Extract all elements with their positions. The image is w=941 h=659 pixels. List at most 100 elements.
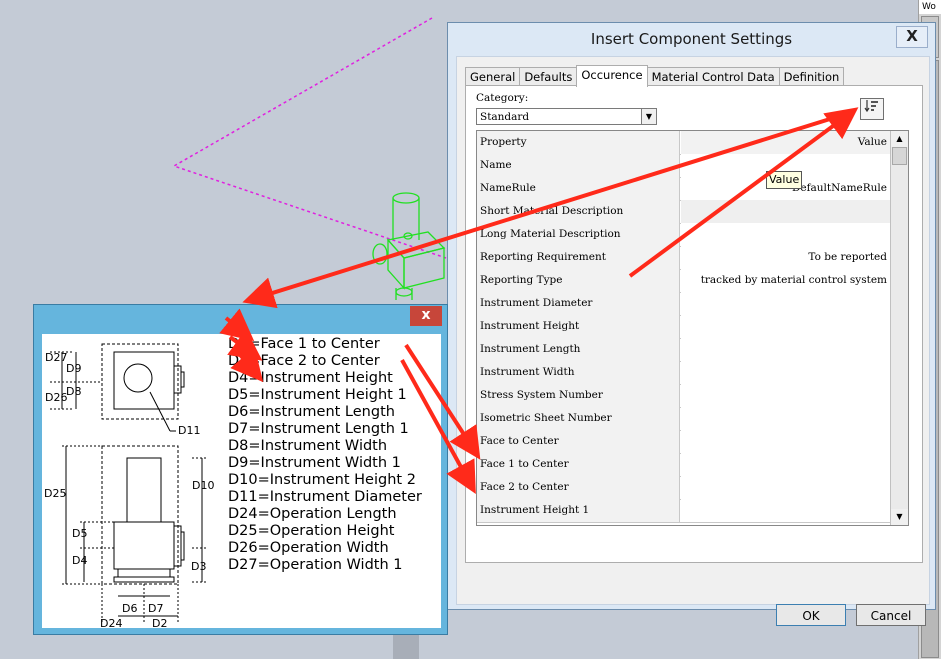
property-value[interactable] [681, 200, 890, 223]
scroll-up-icon[interactable]: ▲ [891, 131, 908, 147]
legend-item-d2: D2=Face 1 to Center [228, 336, 380, 352]
property-value[interactable] [681, 338, 890, 361]
dim-d9: D9 [66, 362, 81, 375]
property-value[interactable] [681, 407, 890, 430]
scroll-down-icon[interactable]: ▼ [891, 509, 908, 525]
workspace-canvas[interactable]: Wo Insert Component Settings X General D… [0, 0, 941, 659]
table-row[interactable]: Instrument Diameter [477, 292, 890, 316]
legend-item-d3: D3=Face 2 to Center [228, 353, 380, 369]
dialog-close-button[interactable]: X [896, 26, 928, 48]
insert-component-settings-dialog: Insert Component Settings X General Defa… [447, 22, 936, 626]
property-name: Short Material Description [477, 200, 680, 223]
ok-button[interactable]: OK [776, 604, 846, 626]
table-row[interactable]: Face 1 to Center [477, 453, 890, 477]
popup-close-button[interactable]: x [410, 306, 442, 326]
table-row[interactable]: NameRule DefaultNameRule [477, 177, 890, 201]
property-name: Reporting Requirement [477, 246, 680, 269]
grid-scrollbar[interactable]: ▲ ▼ [890, 131, 908, 525]
dim-d25: D25 [44, 487, 66, 500]
dialog-title: Insert Component Settings [590, 30, 793, 48]
tab-occurence[interactable]: Occurence [576, 65, 648, 87]
instrument-model [372, 192, 446, 300]
category-dropdown[interactable]: Standard ▼ [476, 108, 657, 125]
route-dashed-line [172, 17, 447, 259]
property-name: Stress System Number [477, 384, 680, 407]
dimension-legend: D2=Face 1 to Center D3=Face 2 to Center … [228, 336, 422, 574]
category-value: Standard [480, 111, 530, 123]
property-value[interactable] [681, 315, 890, 338]
property-name: Reporting Type [477, 269, 680, 292]
table-row[interactable]: Stress System Number [477, 384, 890, 408]
dim-d5: D5 [72, 527, 87, 540]
property-name: Face to Center [477, 430, 680, 453]
legend-item-d5: D5=Instrument Height 1 [228, 387, 407, 403]
property-name: Face 2 to Center [477, 476, 680, 499]
property-value[interactable] [681, 361, 890, 384]
property-name: Instrument Height 1 [477, 499, 680, 522]
property-value[interactable] [681, 384, 890, 407]
table-row[interactable]: Instrument Length [477, 338, 890, 362]
legend-item-d8: D8=Instrument Width [228, 438, 388, 454]
side-panel-label: Wo [919, 0, 941, 14]
table-row[interactable]: Reporting Type tracked by material contro… [477, 269, 890, 293]
category-label: Category: [476, 92, 529, 104]
dim-d10: D10 [192, 479, 214, 492]
tab-definition[interactable]: Definition [778, 67, 845, 86]
legend-item-d9: D9=Instrument Width 1 [228, 455, 401, 471]
property-value[interactable] [681, 476, 890, 499]
property-value[interactable]: To be reported [681, 246, 890, 269]
legend-item-d7: D7=Instrument Length 1 [228, 421, 409, 437]
tab-general[interactable]: General [465, 67, 521, 86]
property-name: Instrument Height [477, 315, 680, 338]
property-name: NameRule [477, 177, 680, 200]
column-header-value[interactable]: Value [681, 131, 890, 154]
dialog-body: General Defaults Occurence Material Cont… [456, 56, 930, 626]
chevron-down-icon[interactable]: ▼ [641, 109, 656, 124]
property-grid: Property Value Name NameRule DefaultNameR… [476, 130, 909, 526]
scroll-thumb[interactable] [892, 147, 907, 165]
table-row[interactable]: Instrument Height [477, 315, 890, 339]
property-value[interactable] [681, 292, 890, 315]
dim-d3: D3 [191, 560, 206, 573]
property-value[interactable] [681, 499, 890, 522]
property-value[interactable]: tracked by material control system [681, 269, 890, 292]
table-row[interactable]: Short Material Description [477, 200, 890, 224]
property-value[interactable] [681, 430, 890, 453]
table-row[interactable]: Instrument Height 1 [477, 499, 890, 523]
dim-d11: D11 [178, 424, 200, 437]
table-row[interactable]: Face 2 to Center [477, 476, 890, 500]
dim-d7: D7 [148, 602, 163, 615]
tab-material-control-data[interactable]: Material Control Data [646, 67, 780, 86]
tab-strip: General Defaults Occurence Material Cont… [465, 65, 845, 87]
instrument-drawing: D27 D9 D26 D8 D11 D25 D10 D5 D4 D3 D6 D7… [44, 343, 214, 628]
table-row[interactable]: Instrument Width [477, 361, 890, 385]
dim-d26: D26 [45, 391, 67, 404]
property-value[interactable] [681, 223, 890, 246]
property-name: Face 1 to Center [477, 453, 680, 476]
table-row[interactable]: Reporting Requirement To be reported [477, 246, 890, 270]
property-name: Isometric Sheet Number [477, 407, 680, 430]
table-row[interactable]: Face to Center [477, 430, 890, 454]
grid-header: Property Value [477, 131, 890, 155]
sort-glyph [864, 100, 878, 113]
cancel-button[interactable]: Cancel [856, 604, 926, 626]
property-name: Instrument Width [477, 361, 680, 384]
column-header-property[interactable]: Property [477, 131, 680, 154]
legend-item-d25: D25=Operation Height [228, 523, 395, 539]
tab-defaults[interactable]: Defaults [519, 67, 578, 86]
property-name: Instrument Diameter [477, 292, 680, 315]
legend-item-d10: D10=Instrument Height 2 [228, 472, 416, 488]
dimension-diagram-window: x D27 D9 D26 D8 D11 D25 D10 D5 D4 D3 D6 … [33, 304, 448, 635]
sort-properties-icon[interactable] [860, 98, 884, 120]
occurence-tab-panel: Category: Standard ▼ Property Value Name… [465, 85, 923, 563]
table-row[interactable]: Isometric Sheet Number [477, 407, 890, 431]
table-row[interactable]: Name [477, 154, 890, 178]
legend-item-d26: D26=Operation Width [228, 540, 389, 556]
model-stand [393, 635, 419, 659]
property-value[interactable] [681, 453, 890, 476]
property-name: Long Material Description [477, 223, 680, 246]
legend-item-d24: D24=Operation Length [228, 506, 397, 522]
table-row[interactable]: Long Material Description [477, 223, 890, 247]
legend-item-d27: D27=Operation Width 1 [228, 557, 403, 573]
dim-d27: D27 [45, 351, 67, 364]
